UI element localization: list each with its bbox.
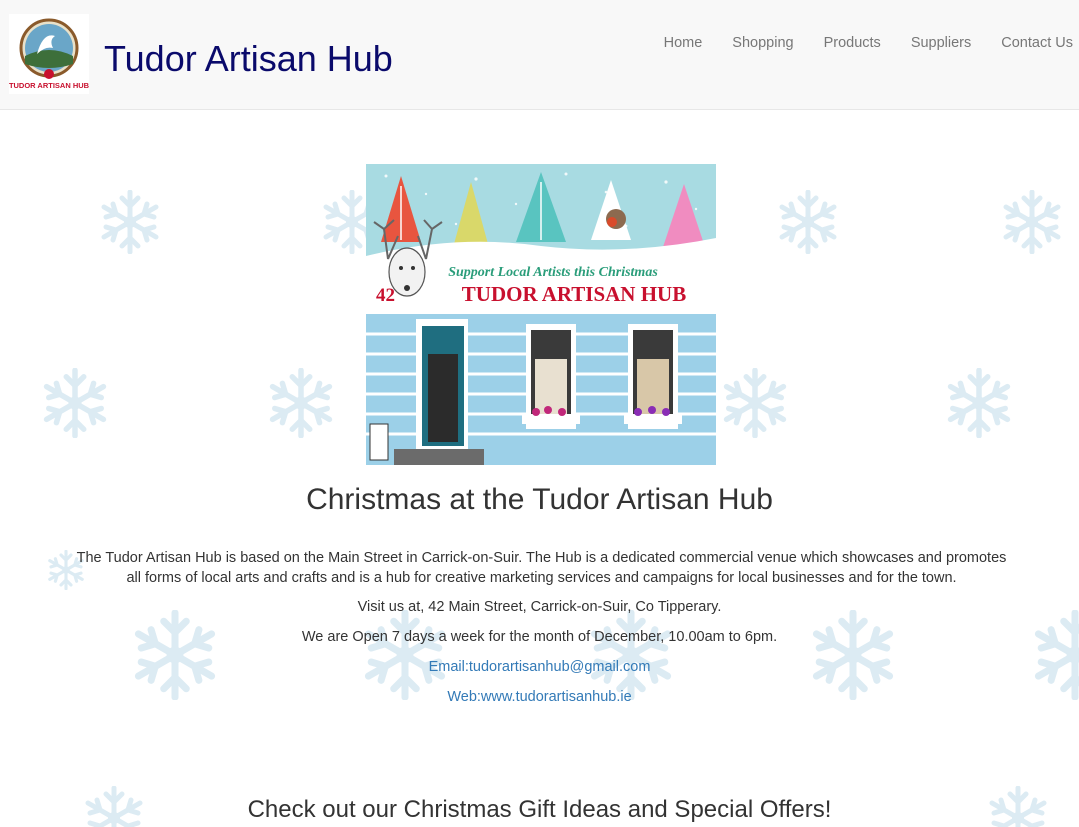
main-content: Support Local Artists this Christmas 42 … <box>0 110 1079 827</box>
web-line: Web:www.tudorartisanhub.ie <box>0 689 1079 705</box>
svg-text:TUDOR ARTISAN HUB: TUDOR ARTISAN HUB <box>9 81 89 90</box>
web-link[interactable]: Web:www.tudorartisanhub.ie <box>447 689 631 705</box>
section-subtitle: Check out our Christmas Gift Ideas and S… <box>247 796 832 823</box>
site-logo[interactable]: TUDOR ARTISAN HUB <box>9 14 89 94</box>
email-line: Email:tudorartisanhub@gmail.com <box>0 659 1079 675</box>
nav-suppliers[interactable]: Suppliers <box>911 35 971 51</box>
page-title: Christmas at the Tudor Artisan Hub <box>306 483 773 516</box>
svg-text:TUDOR ARTISAN HUB: TUDOR ARTISAN HUB <box>462 282 686 306</box>
svg-text:Support Local Artists this Chr: Support Local Artists this Christmas <box>448 265 658 280</box>
navbar: TUDOR ARTISAN HUB Tudor Artisan Hub Home… <box>0 0 1079 110</box>
intro-paragraph: The Tudor Artisan Hub is based on the Ma… <box>76 550 1007 586</box>
nav-shopping[interactable]: Shopping <box>732 35 793 51</box>
email-link[interactable]: Email:tudorartisanhub@gmail.com <box>429 659 651 675</box>
site-brand[interactable]: Tudor Artisan Hub <box>104 38 393 80</box>
main-nav: Home Shopping Products Suppliers Contact… <box>664 35 1073 51</box>
nav-home[interactable]: Home <box>664 35 703 51</box>
svg-text:42: 42 <box>376 285 395 306</box>
visit-address: Visit us at, 42 Main Street, Carrick-on-… <box>357 599 722 615</box>
nav-products[interactable]: Products <box>824 35 881 51</box>
nav-contact-us[interactable]: Contact Us <box>1001 35 1073 51</box>
opening-hours: We are Open 7 days a week for the month … <box>301 629 778 645</box>
hero-banner-image: Support Local Artists this Christmas 42 … <box>366 164 716 465</box>
